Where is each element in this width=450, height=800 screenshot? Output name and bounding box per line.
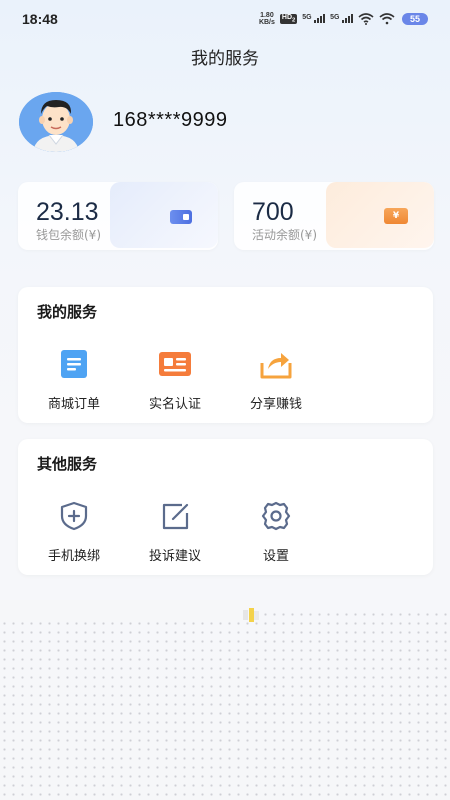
wallet-card-decoration: [110, 182, 218, 248]
decorative-glyph: [243, 608, 259, 622]
status-time: 18:48: [22, 11, 58, 27]
order-list-icon: [61, 350, 87, 378]
service-mall-orders[interactable]: 商城订单: [24, 349, 124, 412]
avatar-illustration: [19, 92, 93, 152]
edit-square-icon: [162, 503, 189, 530]
service-change-phone[interactable]: 手机换绑: [24, 501, 124, 564]
activity-balance-label: 活动余额(¥): [252, 228, 317, 242]
share-icon: [260, 353, 292, 379]
my-services-card: 我的服务 商城订单 实名认证 分享赚钱: [18, 287, 433, 423]
service-real-name-auth[interactable]: 实名认证: [125, 349, 225, 412]
signal-5g-icon-1: 5G: [302, 13, 326, 25]
user-phone: 168****9999: [113, 109, 228, 131]
gear-icon: [261, 501, 291, 531]
network-speed: 1.80 KB/s: [259, 12, 275, 26]
dotted-background-mask: [0, 600, 250, 622]
service-label: 商城订单: [47, 397, 100, 412]
status-bar: 18:48 1.80 KB/s HD2 5G 5G 55: [0, 0, 450, 38]
service-label: 投诉建议: [148, 549, 201, 564]
activity-balance-value: 700: [252, 198, 294, 226]
wifi-icon-2: [379, 13, 395, 25]
my-services-title: 我的服务: [37, 303, 98, 321]
service-label: 实名认证: [148, 397, 201, 412]
service-complaint-suggestion[interactable]: 投诉建议: [125, 501, 225, 564]
network-speed-value: 1.80: [260, 12, 274, 19]
signal-5g-icon-2: 5G: [330, 13, 353, 25]
wallet-icon: [170, 210, 192, 224]
service-label: 设置: [262, 549, 289, 564]
page-title: 我的服务: [191, 49, 259, 69]
network-speed-unit: KB/s: [258, 19, 275, 26]
battery-indicator: 55: [401, 13, 428, 25]
service-label: 手机换绑: [47, 549, 100, 564]
avatar[interactable]: [19, 92, 93, 152]
wallet-balance-value: 23.13: [36, 198, 99, 226]
hd-voice-icon: HD2: [279, 14, 298, 24]
service-settings[interactable]: 设置: [226, 501, 326, 564]
other-services-title: 其他服务: [37, 455, 98, 473]
service-share-earn[interactable]: 分享赚钱: [226, 349, 326, 412]
shield-plus-icon: [60, 501, 88, 531]
wallet-balance-label: 钱包余额(¥): [36, 228, 101, 242]
status-icons: 1.80 KB/s HD2 5G 5G 55: [259, 12, 428, 26]
other-services-card: 其他服务 手机换绑 投诉建议 设置: [18, 439, 433, 575]
id-card-icon: [159, 352, 191, 376]
activity-card-decoration: [326, 182, 434, 248]
activity-balance-card[interactable]: ¥ 700 活动余额(¥): [234, 182, 434, 250]
wallet-balance-card[interactable]: 23.13 钱包余额(¥): [18, 182, 218, 250]
dotted-background: [0, 610, 450, 800]
wifi-icon: [358, 13, 374, 25]
service-label: 分享赚钱: [249, 397, 302, 412]
coin-icon: ¥: [384, 208, 408, 224]
